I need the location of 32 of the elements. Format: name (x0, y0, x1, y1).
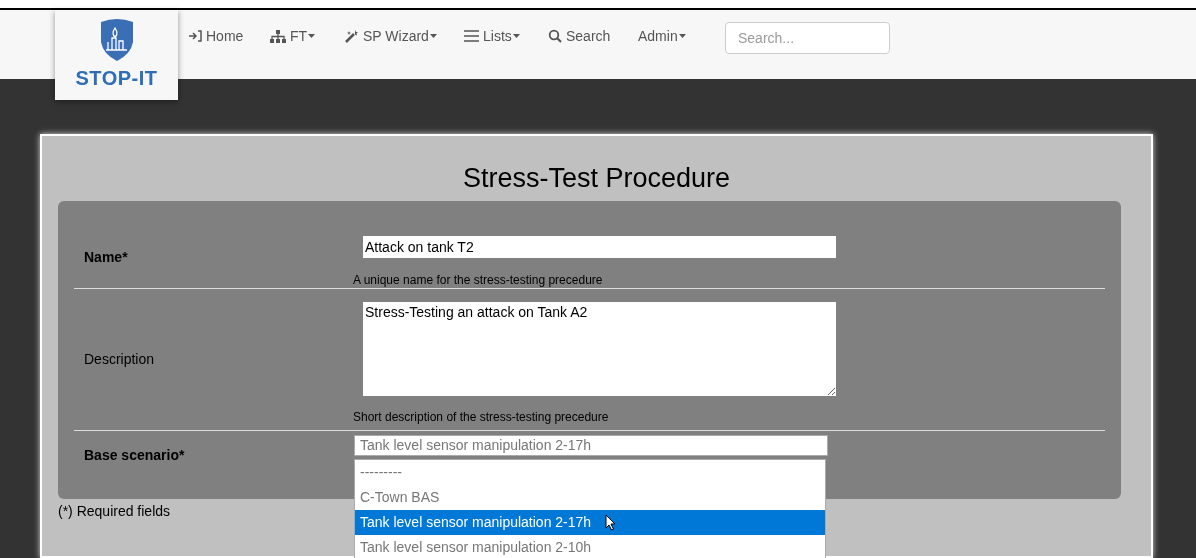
help-text: Short description of the stress-testing precedure (353, 409, 610, 426)
nav-link[interactable]: Search (548, 26, 636, 46)
field-label: Description (83, 350, 156, 369)
cursor-icon (605, 514, 617, 531)
caret-icon (429, 34, 437, 38)
caret-icon (678, 34, 686, 38)
name-field[interactable]: Attack on tank T2 (363, 236, 836, 258)
scenario-select[interactable]: Tank level sensor manipulation 2-17h (354, 435, 828, 456)
nav-link[interactable]: SP Wizard (345, 26, 462, 46)
dropdown-option[interactable]: C-Town BAS (355, 485, 825, 510)
dropdown-option[interactable]: Tank level sensor manipulation 2-17h (355, 510, 825, 535)
menu-icon (464, 30, 479, 42)
field-label: Base scenario* (83, 446, 186, 465)
sitemap-icon (270, 29, 286, 43)
field-label: Name* (83, 248, 129, 267)
caret-icon (308, 34, 316, 38)
help-text: A unique name for the stress-testing precedure (353, 272, 604, 289)
nav-link[interactable]: Lists (464, 26, 546, 46)
logo-text: STOP-IT (75, 68, 158, 88)
sign-in-icon (188, 30, 202, 42)
nav-link[interactable]: Home (188, 26, 268, 46)
magic-wand-icon (345, 29, 359, 43)
caret-icon (512, 34, 520, 38)
dropdown-option[interactable]: --------- (355, 460, 825, 485)
dropdown-option[interactable]: Tank level sensor manipulation 2-10h (355, 535, 825, 558)
description-field[interactable]: Stress-Testing an attack on Tank A2 (363, 302, 836, 396)
nav-link[interactable]: FT (270, 26, 343, 46)
required-note: (*) Required fields (58, 502, 171, 521)
search-icon (548, 29, 562, 43)
page-title: Stress-Test Procedure (461, 162, 732, 195)
nav-link[interactable]: Admin (638, 26, 723, 46)
search-field[interactable]: Search... (725, 22, 890, 54)
